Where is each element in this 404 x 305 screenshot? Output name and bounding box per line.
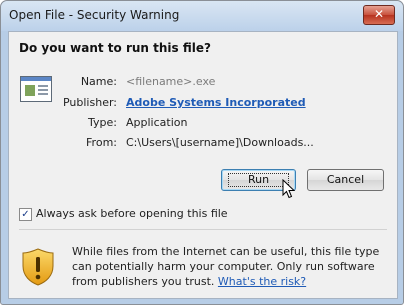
dialog-body: Do you want to run this file? Name: <fil… xyxy=(8,31,398,299)
security-warning-dialog: Open File - Security Warning ✕ Do you wa… xyxy=(0,0,404,305)
type-label: Type: xyxy=(88,116,117,129)
title-bar[interactable]: Open File - Security Warning ✕ xyxy=(1,1,403,31)
always-ask-checkbox[interactable]: ✓ xyxy=(19,208,32,221)
always-ask-label[interactable]: Always ask before opening this file xyxy=(36,207,228,220)
mouse-pointer-icon xyxy=(282,179,296,199)
name-value: <filename>.exe xyxy=(126,75,216,88)
from-label: From: xyxy=(86,136,117,149)
warning-message: While files from the Internet can be use… xyxy=(72,244,387,289)
publisher-link[interactable]: Adobe Systems Incorporated xyxy=(126,96,306,109)
whats-the-risk-link[interactable]: What's the risk? xyxy=(218,275,306,288)
question-heading: Do you want to run this file? xyxy=(19,41,211,55)
window-title: Open File - Security Warning xyxy=(9,8,180,22)
focus-rectangle xyxy=(228,173,289,187)
name-label: Name: xyxy=(80,75,117,88)
publisher-label: Publisher: xyxy=(62,96,117,109)
divider xyxy=(19,229,387,230)
from-value: C:\Users\[username]\Downloads... xyxy=(126,136,314,149)
close-button[interactable]: ✕ xyxy=(363,5,395,25)
type-value: Application xyxy=(126,116,188,129)
security-shield-icon xyxy=(22,248,54,286)
cancel-button[interactable]: Cancel xyxy=(307,169,384,191)
